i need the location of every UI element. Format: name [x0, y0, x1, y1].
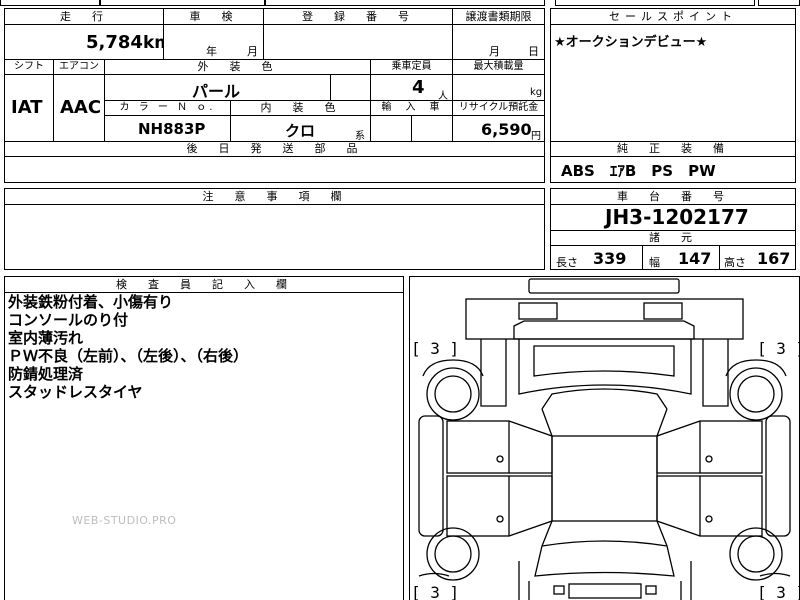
- recycle-unit: 円: [531, 131, 541, 142]
- aircon-header: エアコン: [53, 59, 105, 75]
- inspector-note: 外装鉄粉付着、小傷有り: [8, 293, 174, 311]
- tread-front-left-value: 3: [430, 339, 440, 358]
- chassis-value: JH3-1202177: [605, 205, 749, 229]
- top-strip-far-right: [758, 0, 800, 6]
- registration-cell: [263, 24, 453, 60]
- sales-point-header: セールスポイント: [550, 8, 796, 25]
- capacity-header: 乗車定員: [370, 59, 453, 75]
- spec-length-value: 339: [593, 249, 627, 268]
- spec-height-label: 高さ: [724, 256, 746, 269]
- tread-front-right-value: 3: [776, 339, 786, 358]
- spec-width-value: 147: [678, 249, 712, 268]
- watermark: WEB-STUDIO.PRO: [72, 514, 177, 527]
- top-strip-far-right2: [555, 0, 755, 6]
- recycle-value: 6,590: [481, 120, 532, 139]
- inspector-note: ＰＷ不良（左前）、（左後）、（右後）: [8, 347, 249, 365]
- top-strip-left: [0, 0, 100, 6]
- interior-color-suffix: 系: [355, 131, 365, 142]
- mileage-header: 走 行: [4, 8, 164, 25]
- later-parts-header: 後 日 発 送 部 品: [4, 141, 545, 157]
- max-load-unit: kg: [530, 87, 543, 98]
- spec-width-label: 幅: [649, 256, 660, 269]
- exterior-color-header: 外 装 色: [104, 59, 371, 75]
- inspector-note: スタッドレスタイヤ: [8, 383, 143, 401]
- inspection-month-unit: 月: [247, 45, 258, 58]
- spec-length-label: 長さ: [556, 256, 578, 269]
- tread-front-left: [ 3 ]: [411, 339, 460, 358]
- sales-point-text: ★オークションデビュー★: [554, 35, 708, 50]
- inspection-header: 車 検: [163, 8, 264, 25]
- interior-color-header: 内 装 色: [230, 100, 371, 116]
- spec-height-value: 167: [757, 249, 791, 268]
- tread-rear-right-value: 3: [776, 583, 786, 600]
- color-no-header: カ ラ ー Ｎ ｏ.: [104, 100, 231, 116]
- tread-front-right: [ 3 ]: [757, 339, 800, 358]
- capacity-value: 4: [412, 77, 425, 98]
- inspector-notes: 外装鉄粉付着、小傷有り コンソールのり付 室内薄汚れ ＰＷ不良（左前）、（左後）…: [8, 293, 248, 401]
- inspector-note: 室内薄汚れ: [8, 329, 84, 347]
- tread-rear-left-value: 3: [430, 583, 440, 600]
- exterior-color-extra-cell: [330, 74, 371, 101]
- genuine-equipment-header: 純 正 装 備: [550, 141, 796, 157]
- import-cell-right: [411, 115, 453, 142]
- top-strip-right: [265, 0, 545, 6]
- caution-cell: [4, 204, 545, 270]
- transfer-header: 譲渡書類期限: [452, 8, 545, 25]
- caution-header: 注 意 事 項 欄: [4, 188, 545, 205]
- genuine-equipment-value: ABS ｴｱB PS PW: [561, 162, 716, 180]
- color-no-value: NH883P: [138, 120, 206, 138]
- shift-value: IAT: [11, 97, 43, 118]
- inspector-header: 検 査 員 記 入 欄: [4, 276, 404, 293]
- shift-header: シフト: [4, 59, 54, 75]
- recycle-header: リサイクル預託金: [452, 100, 545, 116]
- interior-color-value: クロ: [285, 122, 316, 140]
- inspector-note: コンソールのり付: [8, 311, 129, 329]
- aircon-value: AAC: [60, 97, 102, 118]
- import-header: 輸 入 車: [370, 100, 453, 116]
- exterior-color-value: パール: [192, 82, 241, 101]
- inspector-note: 防錆処理済: [8, 365, 84, 383]
- transfer-day-unit: 日: [528, 45, 539, 58]
- later-parts-cell: [4, 156, 545, 183]
- specs-header: 諸 元: [550, 230, 796, 246]
- tread-rear-right: [ 3 ]: [757, 583, 800, 600]
- import-cell-left: [370, 115, 412, 142]
- top-strip-mid: [100, 0, 265, 6]
- mileage-value: 5,784: [86, 32, 143, 53]
- inspection-year-unit: 年: [206, 45, 217, 58]
- car-diagram: [418, 278, 791, 600]
- max-load-header: 最大積載量: [452, 59, 545, 75]
- tread-rear-left: [ 3 ]: [411, 583, 460, 600]
- registration-header: 登 録 番 号: [263, 8, 453, 25]
- chassis-header: 車 台 番 号: [550, 188, 796, 205]
- transfer-month-unit: 月: [489, 45, 500, 58]
